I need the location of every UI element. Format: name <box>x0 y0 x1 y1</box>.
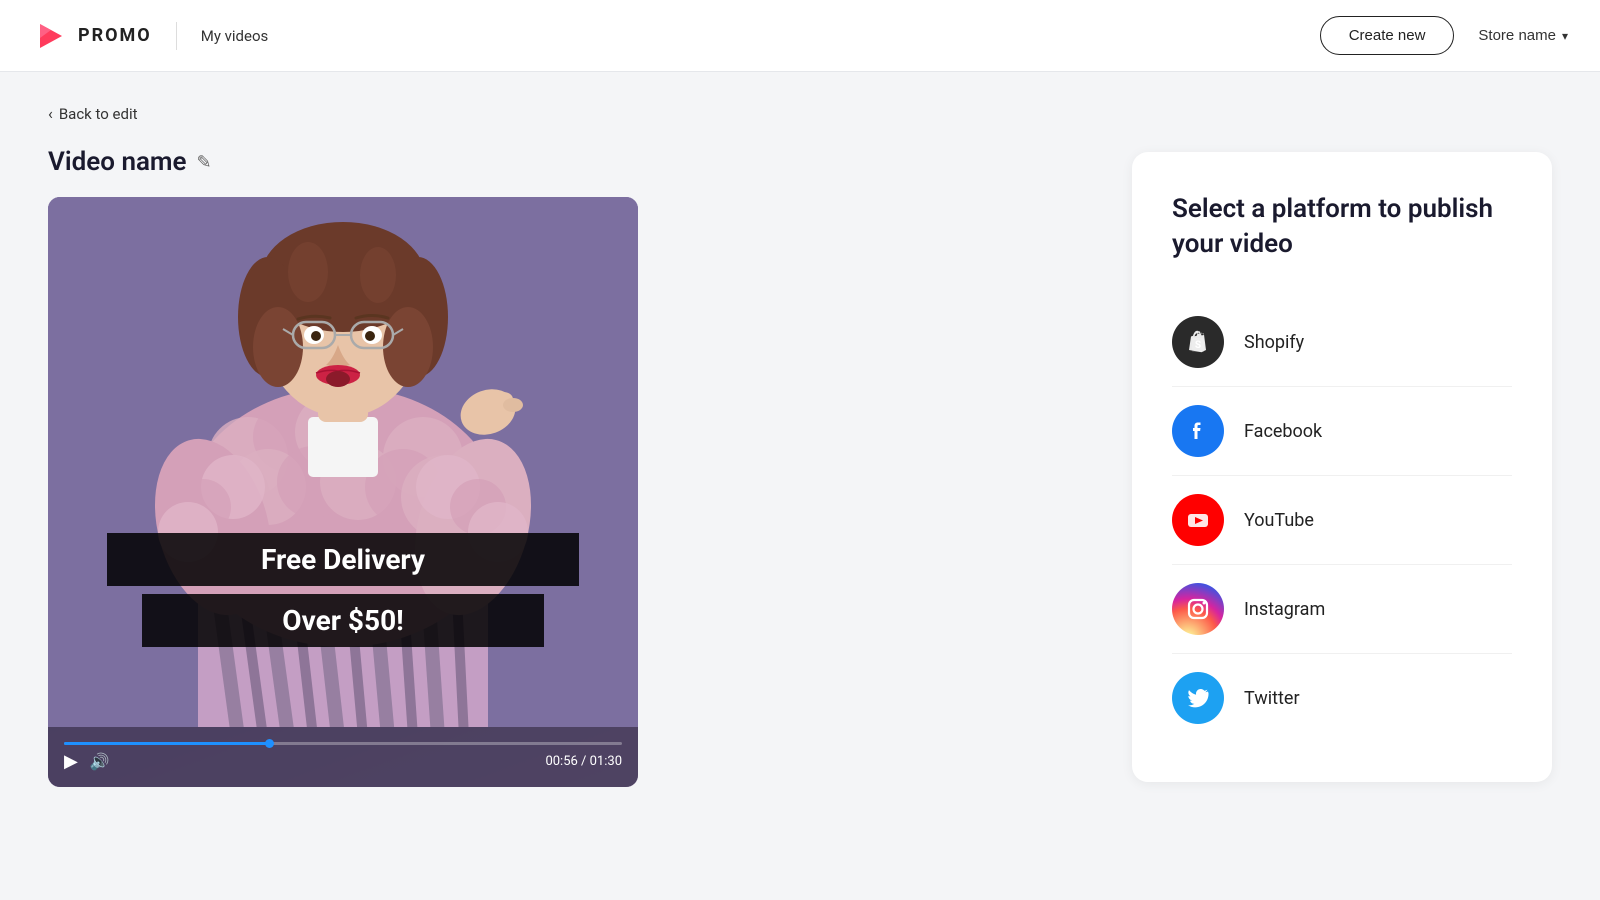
logo-area: PROMO <box>32 18 152 54</box>
store-name-button[interactable]: Store name ▾ <box>1478 27 1568 44</box>
video-text-overlays: Free Delivery Over $50! <box>107 533 579 647</box>
video-name-row: Video name ✎ <box>48 147 1084 177</box>
platform-list: S Shopify Facebook <box>1172 298 1512 742</box>
progress-bar[interactable] <box>64 742 622 745</box>
panel-title: Select a platform to publish your video <box>1172 192 1512 262</box>
twitter-icon <box>1172 672 1224 724</box>
controls-row: ▶ 🔊 00:56 / 01:30 <box>64 751 622 772</box>
person-illustration <box>48 197 638 727</box>
facebook-svg <box>1184 417 1212 445</box>
create-new-button[interactable]: Create new <box>1320 16 1455 55</box>
shopify-icon: S <box>1172 316 1224 368</box>
back-to-edit-link[interactable]: ‹ Back to edit <box>48 104 138 123</box>
left-section: ‹ Back to edit Video name ✎ <box>48 104 1084 868</box>
shopify-svg: S <box>1184 328 1212 356</box>
back-to-edit-label: Back to edit <box>59 105 138 123</box>
platform-item-facebook[interactable]: Facebook <box>1172 387 1512 476</box>
volume-button[interactable]: 🔊 <box>90 752 110 771</box>
overlay-text-line2: Over $50! <box>142 594 543 647</box>
youtube-svg <box>1184 506 1212 534</box>
publish-panel: Select a platform to publish your video … <box>1132 152 1552 782</box>
store-name-label: Store name <box>1478 27 1556 44</box>
shopify-label: Shopify <box>1244 332 1304 353</box>
edit-video-name-icon[interactable]: ✎ <box>197 152 212 173</box>
header: PROMO My videos Create new Store name ▾ <box>0 0 1600 72</box>
twitter-label: Twitter <box>1244 688 1300 709</box>
main-content: ‹ Back to edit Video name ✎ <box>0 72 1600 900</box>
play-button[interactable]: ▶ <box>64 751 78 772</box>
back-arrow-icon: ‹ <box>48 104 53 123</box>
platform-item-shopify[interactable]: S Shopify <box>1172 298 1512 387</box>
controls-left: ▶ 🔊 <box>64 751 110 772</box>
facebook-label: Facebook <box>1244 421 1322 442</box>
progress-fill <box>64 742 270 745</box>
youtube-icon <box>1172 494 1224 546</box>
instagram-svg <box>1184 595 1212 623</box>
twitter-svg <box>1184 684 1212 712</box>
instagram-icon <box>1172 583 1224 635</box>
svg-text:S: S <box>1195 340 1201 351</box>
header-right: Create new Store name ▾ <box>1320 16 1568 55</box>
youtube-label: YouTube <box>1244 510 1314 531</box>
overlay-text-line1: Free Delivery <box>107 533 579 586</box>
instagram-label: Instagram <box>1244 599 1325 620</box>
chevron-down-icon: ▾ <box>1562 29 1568 43</box>
my-videos-link[interactable]: My videos <box>201 27 269 45</box>
video-name-title: Video name <box>48 147 187 177</box>
platform-item-twitter[interactable]: Twitter <box>1172 654 1512 742</box>
video-controls: ▶ 🔊 00:56 / 01:30 <box>48 727 638 787</box>
progress-dot <box>265 739 274 748</box>
time-display: 00:56 / 01:30 <box>545 754 622 769</box>
logo-text: PROMO <box>78 25 152 46</box>
promo-logo-icon <box>32 18 68 54</box>
video-player: Free Delivery Over $50! ▶ 🔊 00:56 / 01:3 <box>48 197 638 787</box>
platform-item-instagram[interactable]: Instagram <box>1172 565 1512 654</box>
header-divider <box>176 22 177 50</box>
video-background: Free Delivery Over $50! <box>48 197 638 787</box>
platform-item-youtube[interactable]: YouTube <box>1172 476 1512 565</box>
facebook-icon <box>1172 405 1224 457</box>
